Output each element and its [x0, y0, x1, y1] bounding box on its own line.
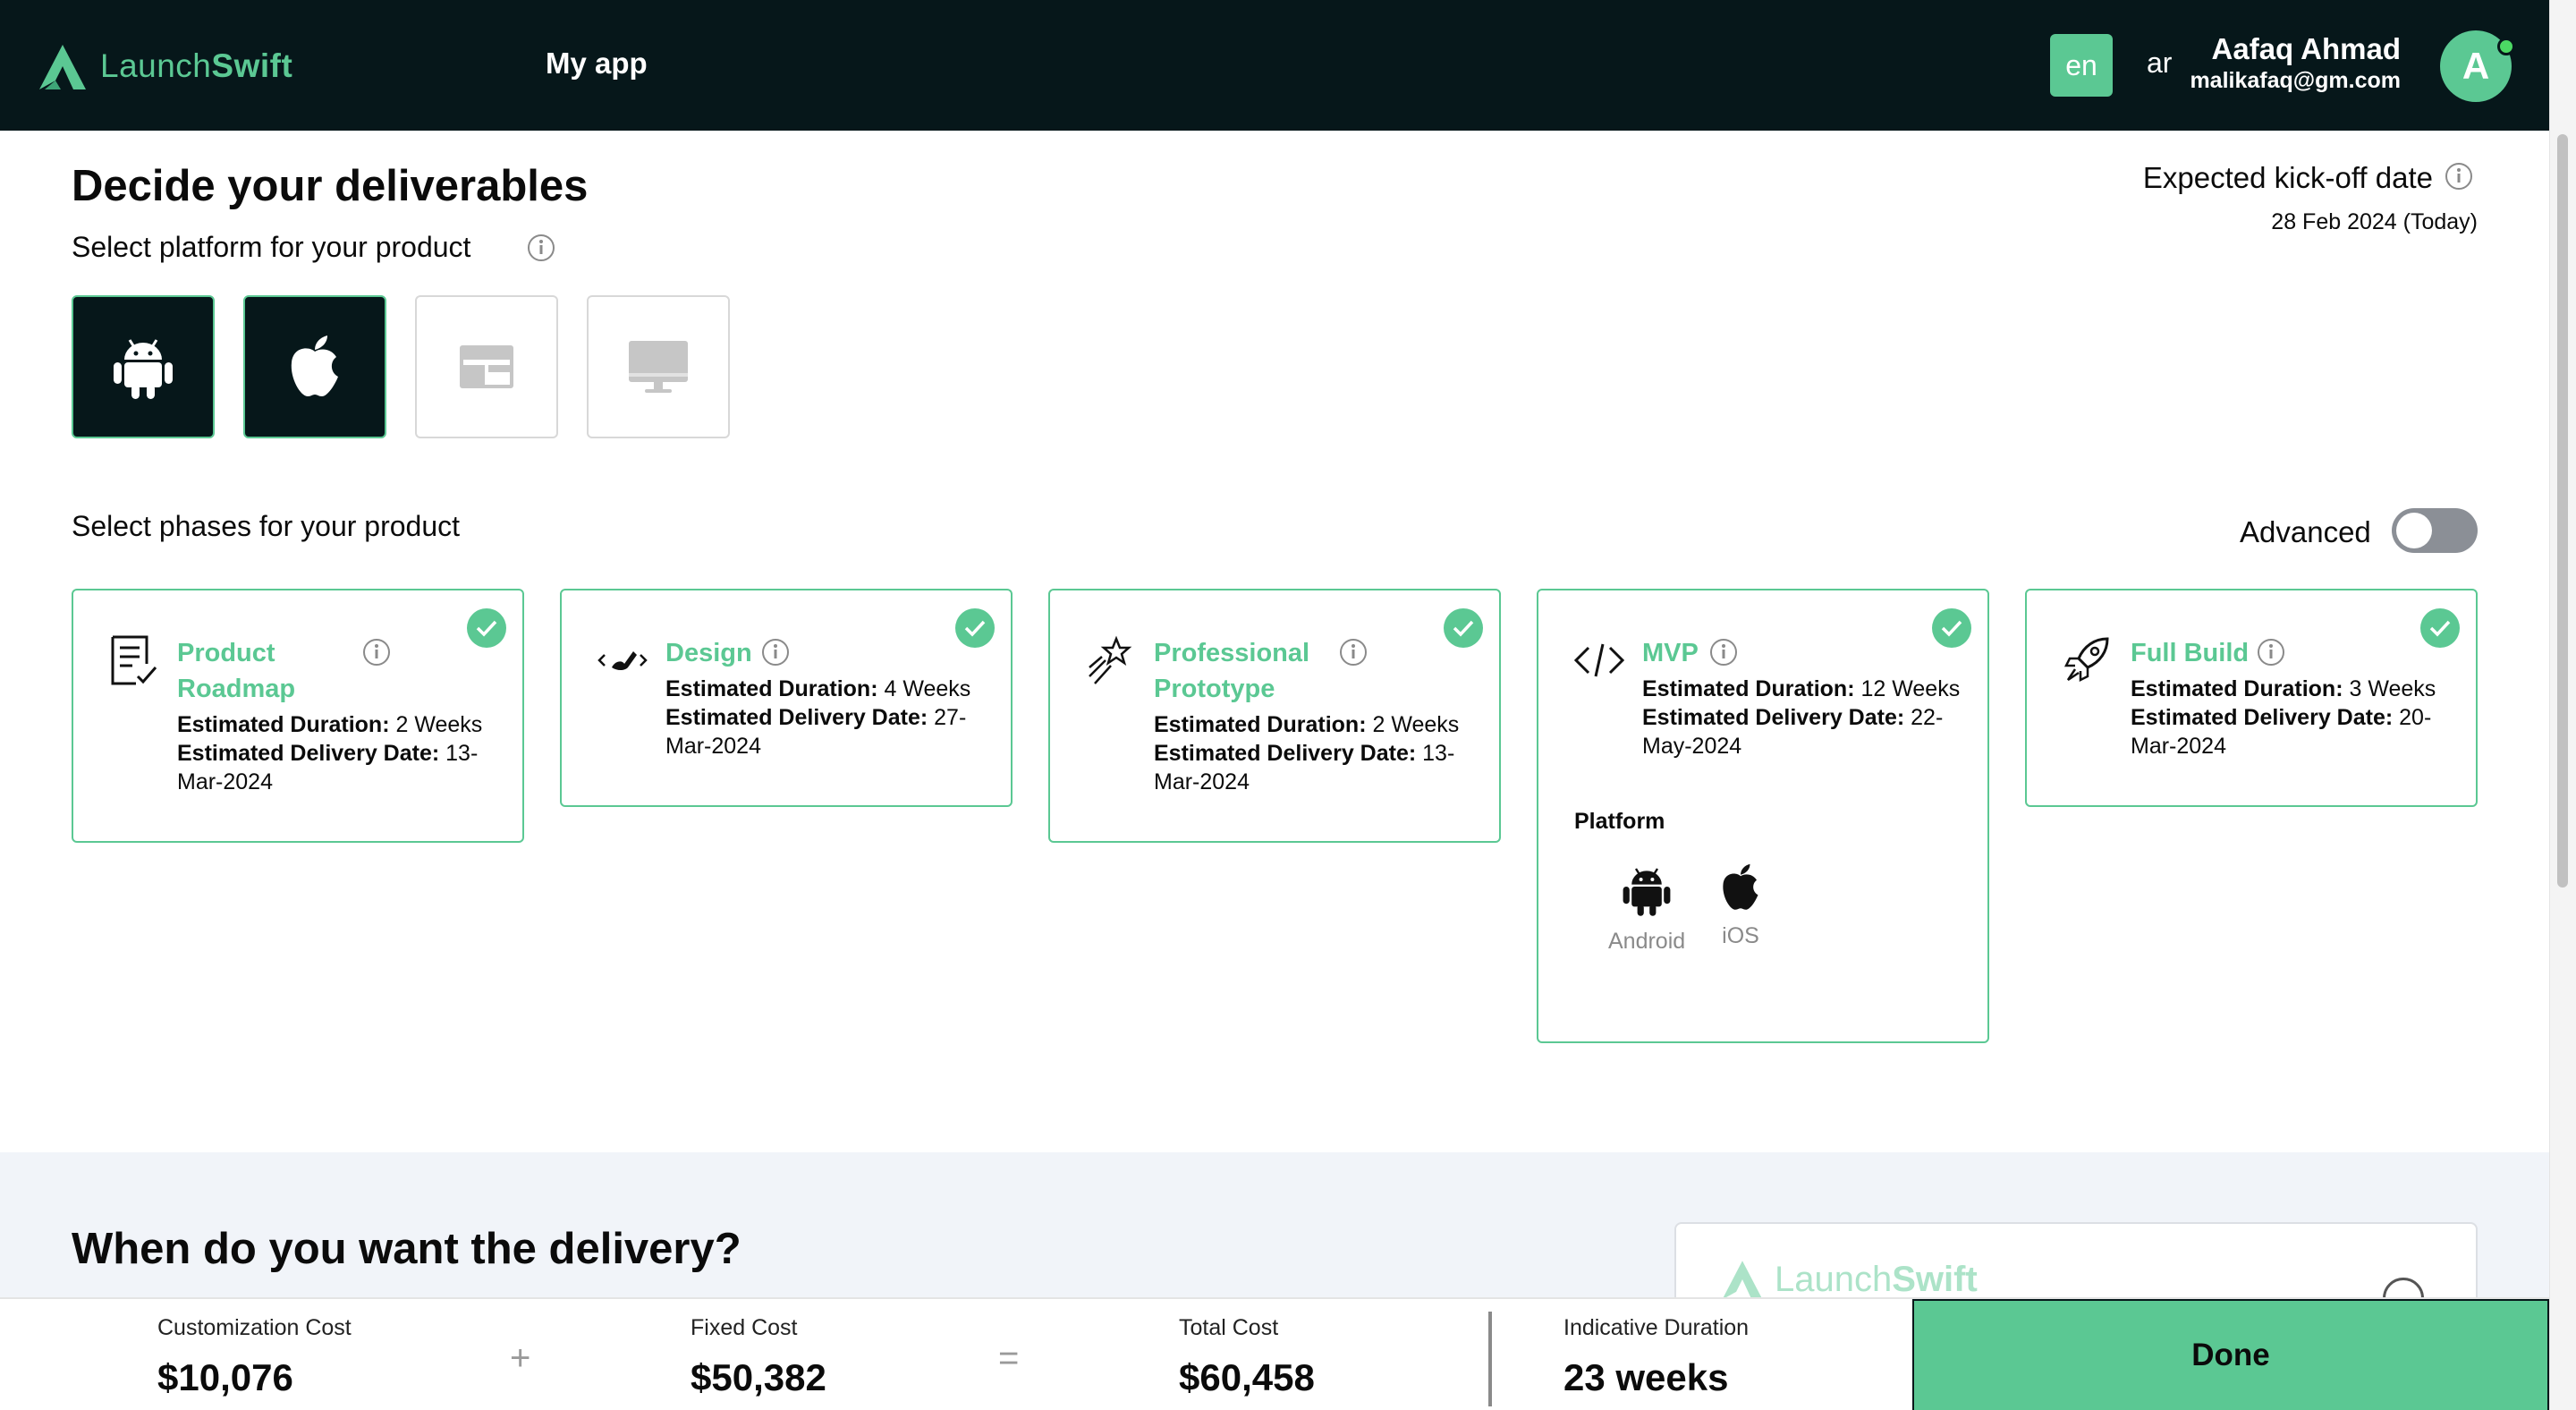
language-ar-button[interactable]: ar [2147, 47, 2172, 80]
mvp-platform-android: Android [1608, 862, 1685, 955]
delivery-section-title: When do you want the delivery? [72, 1225, 741, 1273]
phase-card-product-roadmap[interactable]: Product Roadmap Estimated Duration: 2 We… [72, 589, 524, 843]
code-brackets-icon [1573, 643, 1625, 677]
phase-card-professional-prototype[interactable]: Professional Prototype Estimated Duratio… [1048, 589, 1501, 843]
customization-cost-label: Customization Cost [157, 1315, 352, 1340]
platform-ios-button[interactable] [243, 295, 386, 438]
selected-check-icon [1444, 608, 1483, 648]
phases-section-label: Select phases for your product [72, 510, 461, 542]
phase-card-full-build[interactable]: Full Build Estimated Duration: 3 Weeks E… [2025, 589, 2478, 807]
preview-logo: LaunchSwift [1719, 1256, 1978, 1303]
phase-details: Estimated Duration: 2 Weeks Estimated De… [177, 712, 483, 794]
phase-details: Estimated Duration: 12 Weeks Estimated D… [1642, 676, 1961, 759]
top-header: LaunchSwift My app en ar Aafaq Ahmad mal… [0, 0, 2549, 131]
apple-icon [1723, 863, 1758, 910]
apple-icon [291, 336, 338, 396]
phase-details: Estimated Duration: 2 Weeks Estimated De… [1154, 712, 1460, 794]
platform-desktop-button[interactable] [587, 295, 730, 438]
fixed-cost-label: Fixed Cost [691, 1315, 798, 1340]
platform-web-button[interactable] [415, 295, 558, 438]
advanced-label: Advanced [2240, 515, 2371, 548]
web-browser-icon [460, 345, 513, 388]
phase-card-design[interactable]: Design Estimated Duration: 4 Weeks Estim… [560, 589, 1013, 807]
page-title: Decide your deliverables [72, 162, 589, 210]
plus-sign: + [510, 1338, 531, 1378]
info-icon[interactable] [526, 233, 556, 263]
toggle-knob [2396, 513, 2432, 548]
user-name: Aafaq Ahmad [2211, 32, 2401, 65]
mvp-platform-ios: iOS [1719, 862, 1762, 949]
phase-name: Product Roadmap [177, 639, 296, 703]
user-email: malikafaq@gm.com [2190, 68, 2401, 93]
phase-details: Estimated Duration: 3 Weeks Estimated De… [2131, 676, 2436, 759]
total-cost-value: $60,458 [1179, 1356, 1315, 1398]
info-icon[interactable] [1338, 637, 1368, 667]
selected-check-icon [955, 608, 995, 648]
kickoff-date-label: Expected kick-off date [2142, 161, 2433, 194]
indicative-duration-value: 23 weeks [1563, 1356, 1729, 1398]
advanced-toggle[interactable] [2392, 508, 2478, 553]
footer-divider [1488, 1312, 1492, 1406]
kickoff-date-value[interactable]: 28 Feb 2024 (Today) [2271, 209, 2478, 235]
info-icon[interactable] [760, 637, 791, 667]
total-cost-label: Total Cost [1179, 1315, 1279, 1340]
phase-card-mvp[interactable]: MVP Estimated Duration: 12 Weeks Estimat… [1537, 589, 1989, 1043]
info-icon[interactable] [361, 637, 392, 667]
customization-cost-value: $10,076 [157, 1356, 293, 1398]
info-icon[interactable] [2444, 161, 2474, 191]
logo[interactable]: LaunchSwift [36, 39, 292, 93]
selected-check-icon [1932, 608, 1971, 648]
phase-name: Full Build [2131, 639, 2250, 667]
phase-name: Design [665, 639, 752, 667]
scrollbar-thumb[interactable] [2557, 134, 2568, 888]
mvp-platform-title: Platform [1574, 809, 1665, 834]
logo-text: LaunchSwift [100, 47, 293, 84]
platform-section-label: Select platform for your product [72, 231, 471, 263]
android-icon [114, 339, 173, 399]
info-icon[interactable] [1708, 637, 1739, 667]
indicative-duration-label: Indicative Duration [1563, 1315, 1750, 1340]
phase-name: MVP [1642, 639, 1699, 667]
info-icon[interactable] [2256, 637, 2286, 667]
online-status-dot [2497, 38, 2515, 55]
shooting-star-icon [1089, 635, 1132, 684]
fixed-cost-value: $50,382 [691, 1356, 826, 1398]
app-name: My app [546, 47, 648, 80]
selected-check-icon [467, 608, 506, 648]
cost-summary-footer: Customization Cost $10,076 + Fixed Cost … [0, 1297, 2549, 1410]
design-brush-code-icon [597, 651, 648, 670]
launch-swift-logo-icon [39, 45, 86, 89]
language-en-button[interactable]: en [2050, 34, 2113, 97]
phase-name: Professional Prototype [1154, 639, 1310, 703]
launch-swift-logo-icon [1722, 1261, 1763, 1300]
platform-android-button[interactable] [72, 295, 215, 438]
selected-check-icon [2420, 608, 2460, 648]
phase-details: Estimated Duration: 4 Weeks Estimated De… [665, 676, 971, 759]
roadmap-document-icon [111, 635, 157, 685]
rocket-icon [2063, 637, 2109, 683]
android-icon [1623, 868, 1671, 916]
done-button[interactable]: Done [1912, 1299, 2549, 1410]
desktop-monitor-icon [629, 341, 688, 393]
equals-sign: = [998, 1338, 1020, 1378]
